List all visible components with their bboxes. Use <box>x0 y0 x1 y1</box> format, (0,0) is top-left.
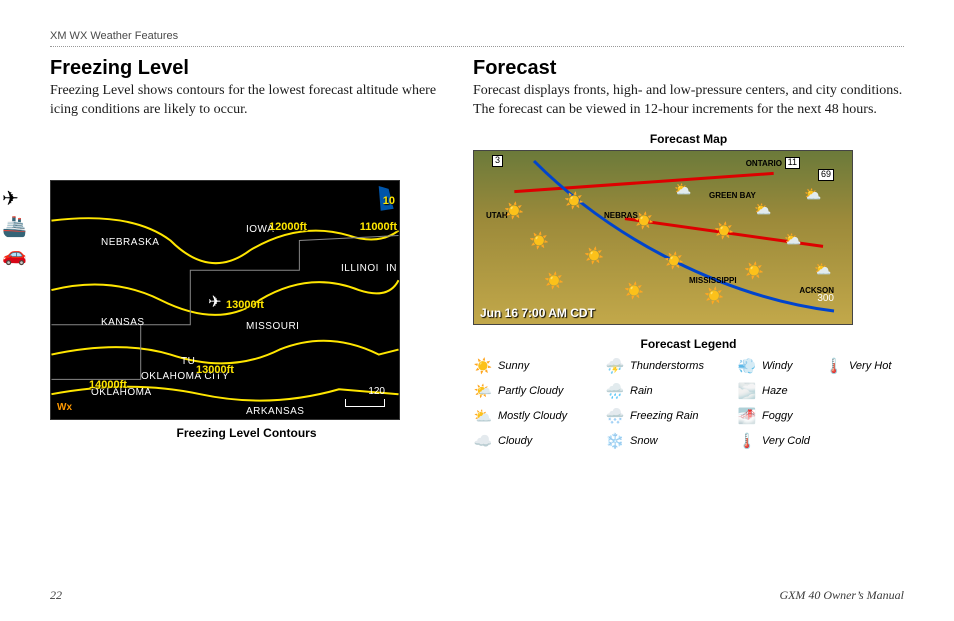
contour-14000: 14000ft <box>89 379 127 391</box>
foggy-icon: 🌁 <box>737 407 757 425</box>
legend-partlycloudy: 🌤️Partly Cloudy <box>473 382 603 400</box>
freezing-level-heading: Freezing Level <box>50 57 443 80</box>
left-column: Freezing Level Freezing Level shows cont… <box>50 57 443 450</box>
state-illinois: ILLINOI <box>341 263 379 274</box>
rain-icon: 🌧️ <box>605 382 625 400</box>
road-11: 11 <box>785 157 800 169</box>
snow-icon: ❄️ <box>605 432 625 450</box>
state-arkansas: ARKANSAS <box>246 406 304 417</box>
contour-10: 10 <box>383 195 395 207</box>
contour-13000b: 13000ft <box>196 364 234 376</box>
freezingrain-icon: 🌨️ <box>605 407 625 425</box>
legend-rain: 🌧️Rain <box>605 382 735 400</box>
contour-13000a: 13000ft <box>226 299 264 311</box>
legend-verycold: 🌡️Very Cold <box>737 432 822 450</box>
right-column: Forecast Forecast displays fronts, high-… <box>473 57 904 450</box>
veryhot-icon: 🌡️ <box>824 357 844 375</box>
mostlycloudy-icon: ⛅ <box>473 407 493 425</box>
forecast-heading: Forecast <box>473 57 904 80</box>
svg-text:✈: ✈ <box>208 294 221 311</box>
legend-windy: 💨Windy <box>737 357 822 375</box>
page-number: 22 <box>50 588 62 603</box>
sidebar-mode-icons: ✈ 🚢 🚗 <box>0 185 33 269</box>
road-69: 69 <box>818 169 834 181</box>
sun-icon: ☀️ <box>714 221 734 241</box>
legend-sunny: ☀️Sunny <box>473 357 603 375</box>
haze-icon: 🌫️ <box>737 382 757 400</box>
car-icon: 🚗 <box>2 245 27 265</box>
sun-icon: ☀️ <box>564 191 584 211</box>
sun-icon: ☀️ <box>634 211 654 231</box>
forecast-legend-caption: Forecast Legend <box>473 337 904 351</box>
forecast-body: Forecast displays fronts, high- and low-… <box>473 82 904 120</box>
legend-freezingrain: 🌨️Freezing Rain <box>605 407 735 425</box>
legend-snow: ❄️Snow <box>605 432 735 450</box>
cloud-icon: ⛅ <box>804 186 821 203</box>
sunny-icon: ☀️ <box>473 357 493 375</box>
contour-11000: 11000ft <box>360 221 397 233</box>
cloud-icon: ⛅ <box>784 231 801 248</box>
windy-icon: 💨 <box>737 357 757 375</box>
sun-icon: ☀️ <box>504 201 524 221</box>
legend-foggy: 🌁Foggy <box>737 407 822 425</box>
cloud-icon: ⛅ <box>814 261 831 278</box>
boat-icon: 🚢 <box>2 217 27 237</box>
sun-icon: ☀️ <box>664 251 684 271</box>
forecast-legend: ☀️Sunny ⛈️Thunderstorms 💨Windy 🌡️Very Ho… <box>473 357 904 450</box>
scale-bar <box>345 399 385 407</box>
state-kansas: KANSAS <box>101 317 145 328</box>
scale-value: 120 <box>368 386 385 397</box>
state-tu: TU <box>181 356 195 367</box>
cloudy-icon: ☁️ <box>473 432 493 450</box>
fc-mississippi: MISSISSIPPI <box>689 276 737 285</box>
wx-label: Wx <box>57 402 72 413</box>
state-in: IN <box>386 263 397 274</box>
freezing-map-caption: Freezing Level Contours <box>50 426 443 440</box>
sun-icon: ☀️ <box>529 231 549 251</box>
legend-veryhot: 🌡️Very Hot <box>824 357 904 375</box>
sun-icon: ☀️ <box>584 246 604 266</box>
fc-nebraska: NEBRAS <box>604 211 638 220</box>
page-footer: 22 GXM 40 Owner’s Manual <box>50 588 904 603</box>
cloud-icon: ⛅ <box>674 181 691 198</box>
fc-greenbay: GREEN BAY <box>709 191 756 200</box>
state-nebraska: NEBRASKA <box>101 237 159 248</box>
fc-scale: 300 <box>817 293 834 304</box>
forecast-map-caption: Forecast Map <box>473 132 904 146</box>
sun-icon: ☀️ <box>704 286 724 306</box>
sun-icon: ☀️ <box>544 271 564 291</box>
sun-icon: ☀️ <box>744 261 764 281</box>
legend-mostlycloudy: ⛅Mostly Cloudy <box>473 407 603 425</box>
legend-thunderstorms: ⛈️Thunderstorms <box>605 357 735 375</box>
manual-title: GXM 40 Owner’s Manual <box>779 588 904 603</box>
cloud-icon: ⛅ <box>754 201 771 218</box>
forecast-map: 3 11 69 UTAH NEBRAS GREEN BAY MISSISSIPP… <box>473 150 853 325</box>
state-missouri: MISSOURI <box>246 321 299 332</box>
legend-cloudy: ☁️Cloudy <box>473 432 603 450</box>
freezing-level-map: ✈ NEBRASKA IOWA KANSAS MISSOURI ILLINOI … <box>50 180 400 420</box>
thunderstorm-icon: ⛈️ <box>605 357 625 375</box>
freezing-level-body: Freezing Level shows contours for the lo… <box>50 82 443 120</box>
forecast-time: Jun 16 7:00 AM CDT <box>480 306 595 320</box>
legend-haze: 🌫️Haze <box>737 382 822 400</box>
verycold-icon: 🌡️ <box>737 432 757 450</box>
road-3: 3 <box>492 155 503 167</box>
fc-ontario: ONTARIO <box>746 159 782 168</box>
partlycloudy-icon: 🌤️ <box>473 382 493 400</box>
contour-12000: 12000ft <box>269 221 307 233</box>
sun-icon: ☀️ <box>624 281 644 301</box>
plane-icon: ✈ <box>2 189 27 209</box>
section-header: XM WX Weather Features <box>50 30 904 47</box>
